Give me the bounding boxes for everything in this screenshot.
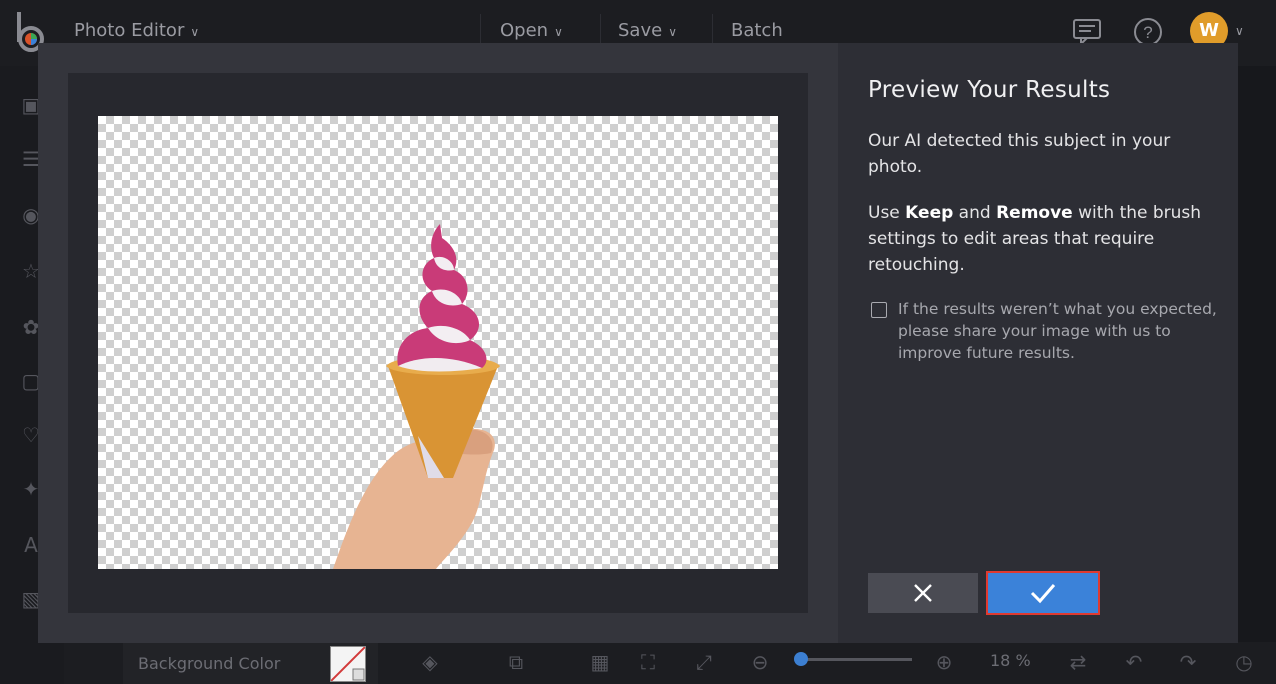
- chevron-down-icon: ∨: [668, 25, 677, 39]
- instruction-text: Use: [868, 203, 906, 223]
- zoom-in-icon[interactable]: ⊕: [930, 648, 958, 676]
- zoom-slider[interactable]: [800, 658, 912, 661]
- batch-menu[interactable]: Batch: [731, 20, 783, 41]
- confirm-button[interactable]: [986, 571, 1100, 615]
- keep-keyword: Keep: [905, 203, 954, 223]
- preview-results-dialog: Preview Your Results Our AI detected thi…: [38, 43, 1238, 643]
- transparent-canvas: [98, 116, 778, 569]
- duplicate-icon[interactable]: ⧉: [502, 648, 530, 676]
- redo-icon[interactable]: ↷: [1174, 648, 1202, 676]
- zoom-slider-handle[interactable]: [794, 652, 808, 666]
- crop-view-icon[interactable]: ⛶: [634, 648, 662, 676]
- app-title-label: Photo Editor: [74, 20, 185, 41]
- svg-text:?: ?: [1143, 23, 1152, 42]
- preview-pane: [38, 43, 838, 643]
- background-color-label: Background Color: [138, 654, 281, 673]
- zoom-out-icon[interactable]: ⊖: [746, 648, 774, 676]
- batch-menu-label: Batch: [731, 20, 783, 41]
- instruction-text: and: [953, 203, 997, 223]
- save-menu[interactable]: Save ∨: [618, 20, 677, 41]
- share-feedback-label[interactable]: If the results weren’t what you expected…: [898, 298, 1218, 364]
- chevron-down-icon[interactable]: ∨: [1235, 24, 1244, 38]
- share-feedback-checkbox[interactable]: [871, 302, 887, 318]
- brush-instructions-text: Use Keep and Remove with the brush setti…: [868, 200, 1213, 278]
- app-title-menu[interactable]: Photo Editor ∨: [74, 20, 199, 41]
- open-menu[interactable]: Open ∨: [500, 20, 563, 41]
- flip-icon[interactable]: ⇄: [1064, 648, 1092, 676]
- chevron-down-icon: ∨: [554, 25, 563, 39]
- history-icon[interactable]: ◷: [1230, 648, 1258, 676]
- checkmark-icon: [1030, 584, 1056, 604]
- cutout-subject-image: [333, 224, 500, 569]
- preview-info-panel: Preview Your Results Our AI detected thi…: [838, 43, 1238, 643]
- open-menu-label: Open: [500, 20, 549, 41]
- preview-frame: [68, 73, 808, 613]
- background-color-swatch[interactable]: [330, 646, 366, 682]
- dialog-title: Preview Your Results: [868, 77, 1111, 103]
- zoom-level: 18 %: [990, 651, 1031, 670]
- cancel-button[interactable]: [868, 573, 978, 613]
- undo-icon[interactable]: ↶: [1120, 648, 1148, 676]
- chevron-down-icon: ∨: [190, 25, 200, 39]
- fit-icon[interactable]: ▦: [586, 648, 614, 676]
- no-color-icon: [331, 647, 365, 681]
- layers-icon[interactable]: ◈: [416, 648, 444, 676]
- ai-detected-text: Our AI detected this subject in your pho…: [868, 131, 1171, 177]
- close-icon: [914, 584, 932, 602]
- expand-icon[interactable]: ⤢: [690, 648, 718, 676]
- avatar-initial: W: [1199, 20, 1219, 41]
- remove-keyword: Remove: [996, 203, 1073, 223]
- save-menu-label: Save: [618, 20, 663, 41]
